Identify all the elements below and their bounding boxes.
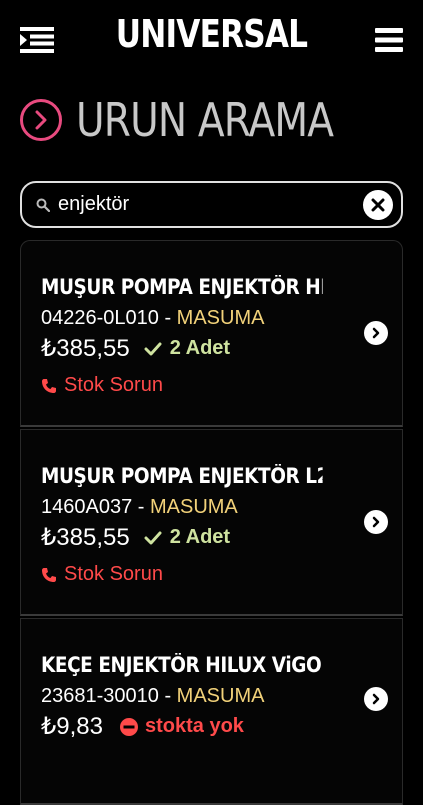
separator: -	[158, 685, 177, 707]
checkmark-icon	[144, 531, 162, 544]
no-entry-icon	[119, 717, 138, 736]
page-title: URUN ARAMA	[76, 93, 334, 147]
product-code: 23681-30010	[41, 685, 159, 707]
stock-problem-label: Stok Sorun	[64, 563, 163, 585]
stock-problem-label: Stok Sorun	[64, 374, 163, 396]
product-brand: MASUMA	[176, 307, 265, 329]
close-icon	[371, 198, 385, 211]
stock-count: stokta yok	[144, 715, 244, 737]
product-card[interactable]: MUŞUR POMPA ENJEKTÖR L200 0... 1460A037 …	[20, 429, 403, 616]
product-price: ₺385,55	[41, 524, 130, 551]
product-code-line: 23681-30010 - MASUMA	[41, 685, 264, 708]
app-header: UNIVERSAL	[0, 0, 423, 80]
product-name: KEÇE ENJEKTÖR HILUX ViGO 06-12	[41, 653, 323, 677]
product-price: ₺9,83	[41, 713, 103, 740]
chevron-right-circle-icon	[20, 99, 62, 141]
stock-indicator: 2 Adet	[144, 337, 230, 360]
stock-count: 2 Adet	[169, 337, 231, 359]
search-input[interactable]: enjektör	[58, 193, 363, 216]
search-bar[interactable]: enjektör	[20, 181, 403, 228]
chevron-right-icon[interactable]	[364, 321, 388, 345]
product-card[interactable]: MUŞUR POMPA ENJEKTÖR HILUX ... 04226-0L0…	[20, 240, 403, 427]
search-icon	[36, 198, 50, 212]
product-name: MUŞUR POMPA ENJEKTÖR L200 0...	[41, 464, 323, 488]
phone-icon	[42, 378, 56, 393]
stock-count: 2 Adet	[169, 526, 231, 548]
product-price-line: ₺385,55 2 Adet	[41, 334, 230, 363]
product-code: 1460A037	[41, 496, 133, 518]
hamburger-menu-icon[interactable]	[375, 27, 403, 53]
phone-icon	[42, 567, 56, 582]
stock-problem-link[interactable]: Stok Sorun	[41, 374, 163, 397]
separator: -	[132, 496, 150, 518]
product-code-line: 04226-0L010 - MASUMA	[41, 307, 264, 330]
stock-indicator: stokta yok	[119, 715, 244, 738]
clear-search-button[interactable]	[363, 189, 393, 220]
page-title-row: URUN ARAMA	[20, 93, 379, 147]
product-price-line: ₺9,83 stokta yok	[41, 712, 244, 741]
chevron-right-icon[interactable]	[364, 510, 388, 534]
product-code-line: 1460A037 - MASUMA	[41, 496, 238, 519]
brand-logo: UNIVERSAL	[115, 12, 308, 56]
product-price-line: ₺385,55 2 Adet	[41, 523, 230, 552]
stock-problem-link[interactable]: Stok Sorun	[41, 563, 163, 586]
product-brand: MASUMA	[149, 496, 238, 518]
product-code: 04226-0L010	[41, 307, 159, 329]
chevron-right-icon[interactable]	[364, 687, 388, 711]
separator: -	[158, 307, 177, 329]
checkmark-icon	[144, 342, 162, 355]
product-name: MUŞUR POMPA ENJEKTÖR HILUX ...	[41, 275, 323, 299]
product-card[interactable]: KEÇE ENJEKTÖR HILUX ViGO 06-12 23681-300…	[20, 618, 403, 805]
product-price: ₺385,55	[41, 335, 130, 362]
stock-indicator: 2 Adet	[144, 526, 230, 549]
product-brand: MASUMA	[176, 685, 265, 707]
product-list: MUŞUR POMPA ENJEKTÖR HILUX ... 04226-0L0…	[20, 240, 403, 805]
